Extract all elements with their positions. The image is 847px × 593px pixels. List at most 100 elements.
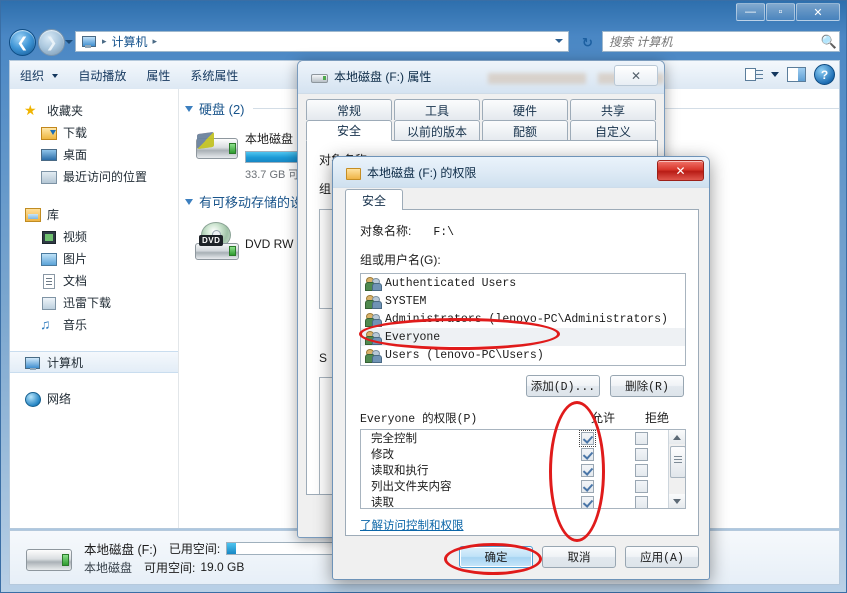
- back-button[interactable]: ❮: [9, 29, 36, 56]
- table-row[interactable]: 读取: [361, 494, 668, 508]
- permissions-close-button[interactable]: ✕: [657, 160, 704, 181]
- add-button[interactable]: 添加(D)...: [526, 375, 600, 397]
- sidebar-item-network[interactable]: 网络: [10, 387, 178, 409]
- address-bar[interactable]: ▸ 计算机 ▸: [75, 31, 569, 52]
- list-item[interactable]: Authenticated Users: [361, 274, 685, 292]
- table-row[interactable]: 列出文件夹内容: [361, 478, 668, 494]
- sidebar-label-favorites: 收藏夹: [47, 103, 84, 118]
- allow-cell[interactable]: [560, 479, 614, 493]
- deny-cell[interactable]: [614, 463, 668, 477]
- ok-button[interactable]: 确定: [459, 546, 533, 568]
- allow-checkbox[interactable]: [578, 430, 596, 447]
- maximize-button[interactable]: ▫: [766, 3, 795, 21]
- sidebar-item-documents[interactable]: 文档: [10, 269, 178, 291]
- allow-checkbox[interactable]: [580, 447, 594, 461]
- allow-cell[interactable]: [560, 447, 614, 461]
- help-icon[interactable]: ?: [814, 64, 835, 85]
- toolbar-item-properties[interactable]: 属性: [136, 64, 180, 87]
- sidebar-item-favorites[interactable]: ★ 收藏夹: [10, 99, 178, 121]
- sidebar-item-thunder-download[interactable]: 迅雷下载: [10, 291, 178, 313]
- address-dropdown-icon[interactable]: [555, 39, 563, 43]
- search-icon[interactable]: 🔍: [819, 34, 839, 50]
- list-item[interactable]: SYSTEM: [361, 292, 685, 310]
- allow-cell[interactable]: [560, 430, 614, 447]
- scroll-down-button[interactable]: [669, 494, 685, 508]
- toolbar-item-system-properties[interactable]: 系统属性: [180, 64, 248, 87]
- sidebar-item-pictures[interactable]: 图片: [10, 247, 178, 269]
- tab-hardware[interactable]: 硬件: [482, 99, 568, 120]
- properties-close-button[interactable]: ✕: [614, 65, 658, 86]
- toolbar-item-organize[interactable]: 组织: [10, 64, 68, 87]
- allow-checkbox[interactable]: [580, 463, 594, 477]
- deny-cell[interactable]: [614, 447, 668, 461]
- tab-general[interactable]: 常规: [306, 99, 392, 120]
- table-row[interactable]: 读取和执行: [361, 462, 668, 478]
- user-list-buttons: 添加(D)... 删除(R): [360, 375, 684, 397]
- sidebar-item-videos[interactable]: 视频: [10, 225, 178, 247]
- group-or-usernames-list[interactable]: Authenticated Users SYSTEM Administrator…: [360, 273, 686, 366]
- tab-customize[interactable]: 自定义: [570, 120, 656, 141]
- permissions-dialog: 本地磁盘 (F:) 的权限 ✕ 安全 对象名称: F:\ 组或用户名(G): A…: [332, 156, 710, 580]
- sidebar-item-recent-places[interactable]: 最近访问的位置: [10, 165, 178, 187]
- breadcrumb-item-computer[interactable]: 计算机: [110, 33, 150, 50]
- list-item-label: Administrators (lenovo-PC\Administrators…: [385, 312, 668, 326]
- properties-dialog-titlebar: 本地磁盘 (F:) 属性 ✕: [298, 61, 664, 94]
- deny-checkbox[interactable]: [634, 479, 648, 493]
- sidebar-item-downloads[interactable]: 下载: [10, 121, 178, 143]
- table-row[interactable]: 完全控制: [361, 430, 668, 447]
- history-dropdown-icon[interactable]: [65, 40, 73, 44]
- tab-previous-versions[interactable]: 以前的版本: [394, 120, 480, 141]
- properties-perm-label: S: [319, 351, 328, 365]
- allow-checkbox[interactable]: [580, 495, 594, 508]
- refresh-button[interactable]: ↻: [576, 31, 599, 54]
- allow-cell[interactable]: [560, 463, 614, 477]
- apply-button[interactable]: 应用(A): [625, 546, 699, 568]
- view-mode-icon[interactable]: [745, 67, 763, 83]
- sidebar-item-desktop[interactable]: 桌面: [10, 143, 178, 165]
- tab-security-permissions[interactable]: 安全: [345, 189, 404, 210]
- permissions-scrollbar[interactable]: [668, 430, 685, 508]
- remove-button[interactable]: 删除(R): [610, 375, 684, 397]
- tab-quota[interactable]: 配额: [482, 120, 568, 141]
- details-free-value: 19.0 GB: [200, 560, 245, 574]
- deny-checkbox[interactable]: [634, 431, 648, 445]
- deny-checkbox[interactable]: [634, 447, 648, 461]
- minimize-button[interactable]: —: [736, 3, 765, 21]
- chevron-down-icon-group2: [185, 198, 193, 205]
- deny-cell[interactable]: [614, 479, 668, 493]
- tab-security[interactable]: 安全: [306, 120, 392, 141]
- window-controls: — ▫ ✕: [736, 3, 840, 21]
- table-row[interactable]: 修改: [361, 446, 668, 462]
- list-item-everyone[interactable]: Everyone: [361, 328, 685, 346]
- search-box[interactable]: 搜索 计算机 🔍: [602, 31, 840, 52]
- tab-sharing[interactable]: 共享: [570, 99, 656, 120]
- forward-button[interactable]: ❯: [38, 29, 65, 56]
- deny-cell[interactable]: [614, 431, 668, 445]
- details-usage-fill: [227, 542, 237, 554]
- allow-checkbox[interactable]: [580, 479, 594, 493]
- sidebar-label-thunder-download: 迅雷下载: [63, 295, 112, 310]
- list-item[interactable]: Users (lenovo-PC\Users): [361, 346, 685, 364]
- toolbar-item-autoplay[interactable]: 自动播放: [68, 64, 136, 87]
- scrollbar-thumb[interactable]: [670, 446, 685, 478]
- allow-cell[interactable]: [560, 495, 614, 508]
- deny-cell[interactable]: [614, 495, 668, 508]
- tab-tools[interactable]: 工具: [394, 99, 480, 120]
- close-button[interactable]: ✕: [796, 3, 840, 21]
- permissions-table[interactable]: 完全控制 修改 读取和执行 列出文件夹内容 读取: [360, 429, 686, 509]
- breadcrumb-separator-icon-2[interactable]: ▸: [150, 36, 161, 47]
- search-input[interactable]: 搜索 计算机: [603, 33, 819, 50]
- music-icon: ♫: [40, 315, 51, 332]
- chevron-down-icon-view[interactable]: [771, 72, 779, 77]
- deny-checkbox[interactable]: [634, 463, 648, 477]
- sidebar-item-computer[interactable]: 计算机: [10, 351, 178, 373]
- properties-dialog-title: 本地磁盘 (F:) 属性: [334, 70, 432, 84]
- preview-pane-icon[interactable]: [787, 67, 806, 82]
- cancel-button[interactable]: 取消: [542, 546, 616, 568]
- sidebar-item-music[interactable]: ♫ 音乐: [10, 313, 178, 335]
- scroll-up-button[interactable]: [669, 430, 685, 444]
- learn-access-control-link[interactable]: 了解访问控制和权限: [360, 517, 464, 533]
- deny-checkbox[interactable]: [634, 495, 648, 508]
- sidebar-item-libraries[interactable]: 库: [10, 203, 178, 225]
- list-item[interactable]: Administrators (lenovo-PC\Administrators…: [361, 310, 685, 328]
